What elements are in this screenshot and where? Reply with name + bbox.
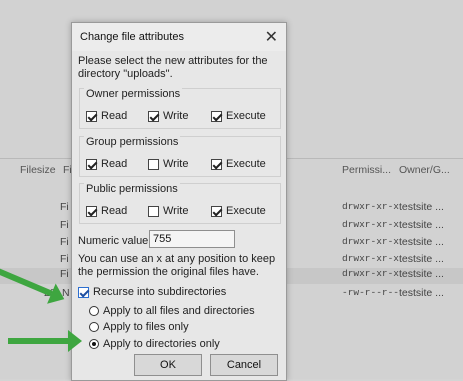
- checkbox-box[interactable]: [78, 286, 89, 298]
- apply-files-only-radio[interactable]: Apply to files only: [89, 319, 189, 335]
- checkbox-label: Write: [163, 158, 189, 170]
- column-header-owner[interactable]: Owner/G...: [399, 164, 450, 176]
- checkbox-label: Write: [163, 205, 189, 217]
- file-permissions: drwxr-xr-x: [342, 201, 400, 212]
- checkbox-box[interactable]: [86, 110, 97, 122]
- column-header-filesize[interactable]: Filesize: [20, 164, 56, 176]
- file-owner: testsite ...: [399, 287, 444, 299]
- file-owner: testsite ...: [399, 253, 444, 265]
- public-read-checkbox[interactable]: Read: [86, 203, 127, 219]
- public-permissions-row: Read Write Execute: [86, 203, 276, 219]
- group-permissions-title: Group permissions: [84, 136, 181, 148]
- column-header-permissions[interactable]: Permissi...: [342, 164, 391, 176]
- owner-permissions-title: Owner permissions: [84, 88, 183, 100]
- file-owner: testsite ...: [399, 236, 444, 248]
- radio-button[interactable]: [89, 322, 99, 332]
- file-permissions: drwxr-xr-x: [342, 268, 400, 279]
- change-file-attributes-dialog: Change file attributes ✕ Please select t…: [71, 22, 287, 381]
- file-name: Fi: [60, 219, 69, 231]
- file-owner: testsite ...: [399, 268, 444, 280]
- file-permissions: -rw-r--r--: [342, 287, 400, 298]
- checkbox-box[interactable]: [148, 205, 159, 217]
- file-permissions: drwxr-xr-x: [342, 219, 400, 230]
- checkbox-box[interactable]: [211, 158, 222, 170]
- radio-label: Apply to files only: [103, 321, 189, 333]
- file-name: Fi: [60, 253, 69, 265]
- apply-directories-only-radio[interactable]: Apply to directories only: [89, 336, 220, 352]
- checkbox-box[interactable]: [86, 205, 97, 217]
- cancel-button[interactable]: Cancel: [210, 354, 278, 376]
- checkbox-box[interactable]: [148, 110, 159, 122]
- owner-write-checkbox[interactable]: Write: [148, 108, 188, 124]
- radio-label: Apply to all files and directories: [103, 305, 255, 317]
- close-icon[interactable]: ✕: [265, 27, 278, 47]
- checkbox-box[interactable]: [211, 205, 222, 217]
- radio-button[interactable]: [89, 306, 99, 316]
- public-execute-checkbox[interactable]: Execute: [211, 203, 266, 219]
- checkbox-label: Write: [163, 110, 189, 122]
- file-permissions: drwxr-xr-x: [342, 236, 400, 247]
- checkbox-label: Execute: [226, 158, 266, 170]
- group-read-checkbox[interactable]: Read: [86, 156, 127, 172]
- checkbox-box[interactable]: [86, 158, 97, 170]
- file-owner: testsite ...: [399, 201, 444, 213]
- checkbox-label: Recurse into subdirectories: [93, 286, 227, 298]
- dialog-titlebar[interactable]: Change file attributes ✕: [72, 23, 286, 51]
- recurse-subdirectories-checkbox[interactable]: Recurse into subdirectories: [78, 284, 226, 300]
- checkbox-label: Read: [101, 205, 128, 217]
- public-permissions-group: Public permissions Read Write Execute: [79, 183, 281, 224]
- numeric-value-input[interactable]: 755: [149, 230, 235, 248]
- owner-execute-checkbox[interactable]: Execute: [211, 108, 266, 124]
- file-name: Fi: [60, 201, 69, 213]
- checkbox-label: Read: [101, 110, 128, 122]
- checkbox-label: Read: [101, 158, 128, 170]
- apply-all-radio[interactable]: Apply to all files and directories: [89, 303, 255, 319]
- dialog-title: Change file attributes: [80, 31, 184, 43]
- numeric-hint-text: You can use an x at any position to keep…: [78, 253, 276, 278]
- group-write-checkbox[interactable]: Write: [148, 156, 188, 172]
- public-permissions-title: Public permissions: [84, 183, 180, 195]
- group-permissions-row: Read Write Execute: [86, 156, 276, 172]
- radio-button[interactable]: [89, 339, 99, 349]
- file-owner: testsite ...: [399, 219, 444, 231]
- owner-read-checkbox[interactable]: Read: [86, 108, 127, 124]
- file-name: Fi: [60, 236, 69, 248]
- ok-button[interactable]: OK: [134, 354, 202, 376]
- checkbox-box[interactable]: [148, 158, 159, 170]
- group-permissions-group: Group permissions Read Write Execute: [79, 136, 281, 177]
- green-arrow-icon: [8, 330, 82, 352]
- radio-label: Apply to directories only: [103, 338, 220, 350]
- checkbox-label: Execute: [226, 110, 266, 122]
- file-name: Fi: [60, 268, 69, 280]
- public-write-checkbox[interactable]: Write: [148, 203, 188, 219]
- numeric-value-label: Numeric value:: [78, 235, 152, 247]
- group-execute-checkbox[interactable]: Execute: [211, 156, 266, 172]
- checkbox-box[interactable]: [211, 110, 222, 122]
- dialog-intro-text: Please select the new attributes for the…: [78, 55, 268, 80]
- owner-permissions-row: Read Write Execute: [86, 108, 276, 124]
- file-permissions: drwxr-xr-x: [342, 253, 400, 264]
- checkbox-label: Execute: [226, 205, 266, 217]
- owner-permissions-group: Owner permissions Read Write Execute: [79, 88, 281, 129]
